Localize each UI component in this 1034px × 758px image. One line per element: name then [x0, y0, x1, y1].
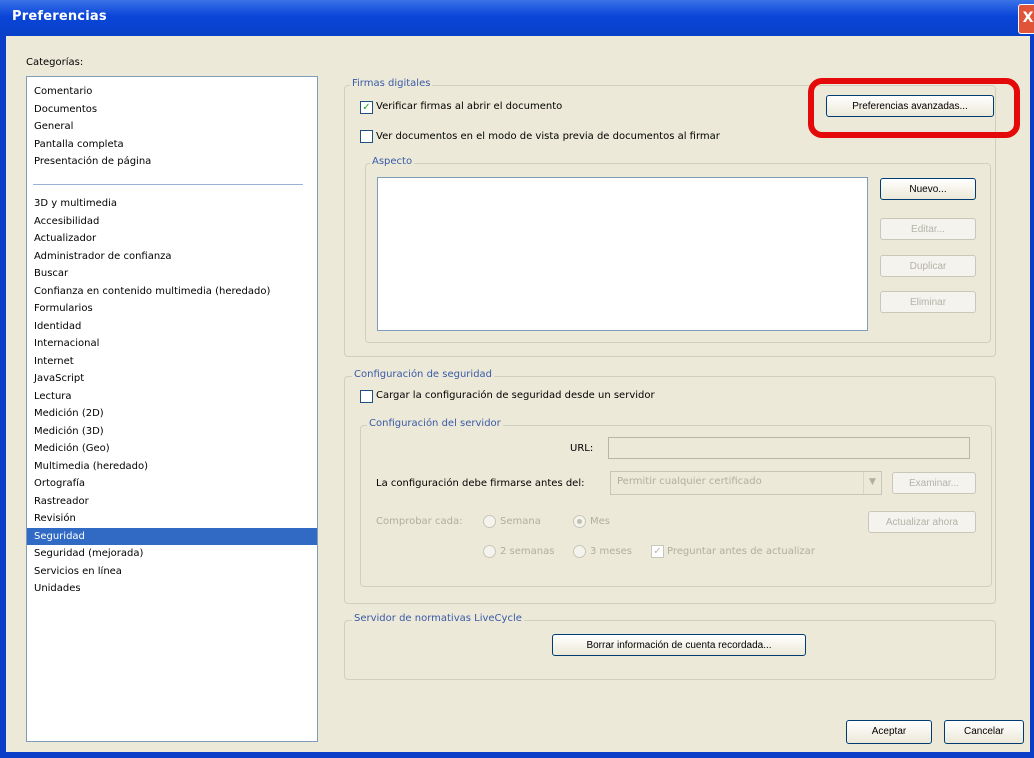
actualizar-ahora-button[interactable]: Actualizar ahora [868, 511, 976, 533]
categories-label: Categorías: [26, 57, 84, 68]
firmar-antes-value: Permitir cualquier certificado [617, 476, 762, 487]
category-item[interactable]: Rastreador [34, 493, 89, 510]
comprobar-cada-label: Comprobar cada: [376, 516, 463, 527]
category-item[interactable]: 3D y multimedia [34, 195, 117, 212]
category-item[interactable]: Confianza en contenido multimedia (hered… [34, 283, 270, 300]
preguntar-label[interactable]: Preguntar antes de actualizar [667, 546, 815, 557]
preferences-window: Preferencias X Categorías: Comentario Doc… [0, 0, 1034, 758]
dos-semanas-radio[interactable] [483, 545, 496, 558]
servidor-group-title: Configuración del servidor [367, 418, 503, 429]
category-item[interactable]: Seguridad (mejorada) [34, 545, 143, 562]
title-bar[interactable]: Preferencias X [0, 0, 1034, 36]
tres-meses-radio[interactable] [573, 545, 586, 558]
url-input[interactable] [608, 437, 970, 459]
ver-vista-previa-checkbox[interactable] [360, 130, 373, 143]
category-item[interactable]: Internet [34, 353, 74, 370]
category-item[interactable]: Buscar [34, 265, 68, 282]
category-item[interactable]: Identidad [34, 318, 81, 335]
mes-label[interactable]: Mes [590, 516, 610, 527]
mes-radio[interactable] [573, 515, 586, 528]
tres-meses-label[interactable]: 3 meses [590, 546, 632, 557]
category-item[interactable]: General [34, 118, 73, 135]
category-item[interactable]: Pantalla completa [34, 136, 124, 153]
cargar-label[interactable]: Cargar la configuración de seguridad des… [376, 390, 655, 401]
ver-vista-previa-label[interactable]: Ver documentos en el modo de vista previ… [376, 131, 720, 142]
category-item[interactable]: Comentario [34, 83, 92, 100]
preguntar-checkbox[interactable]: ✓ [651, 545, 664, 558]
url-label: URL: [570, 443, 594, 454]
category-item[interactable]: Multimedia (heredado) [34, 458, 148, 475]
category-item[interactable]: Formularios [34, 300, 93, 317]
category-item-selected[interactable]: Seguridad [27, 527, 317, 545]
verificar-label[interactable]: Verificar firmas al abrir el documento [376, 101, 562, 112]
category-item[interactable]: Unidades [34, 580, 81, 597]
editar-button[interactable]: Editar... [880, 218, 976, 240]
category-item[interactable]: Ortografía [34, 475, 85, 492]
category-item[interactable]: Revisión [34, 510, 76, 527]
semana-label[interactable]: Semana [500, 516, 541, 527]
semana-radio[interactable] [483, 515, 496, 528]
category-item[interactable]: Medición (Geo) [34, 440, 110, 457]
category-item[interactable]: Presentación de página [34, 153, 151, 170]
window-title: Preferencias [12, 9, 107, 24]
category-item[interactable]: Lectura [34, 388, 72, 405]
nuevo-button[interactable]: Nuevo... [880, 178, 976, 200]
category-item[interactable]: Actualizador [34, 230, 96, 247]
highlight-box [808, 78, 1020, 138]
close-icon[interactable]: X [1018, 4, 1034, 34]
categories-separator [33, 184, 303, 185]
category-item[interactable]: Medición (2D) [34, 405, 104, 422]
firmas-group-title: Firmas digitales [350, 78, 433, 89]
aspecto-group-title: Aspecto [370, 156, 415, 167]
category-item[interactable]: JavaScript [34, 370, 84, 387]
category-item[interactable]: Documentos [34, 101, 97, 118]
chevron-down-icon: ▼ [863, 472, 881, 494]
cargar-checkbox[interactable] [360, 390, 373, 403]
category-item[interactable]: Servicios en línea [34, 563, 122, 580]
category-item[interactable]: Medición (3D) [34, 423, 104, 440]
seguridad-group-title: Configuración de seguridad [352, 369, 495, 380]
aceptar-button[interactable]: Aceptar [846, 720, 932, 744]
category-item[interactable]: Internacional [34, 335, 99, 352]
firmar-antes-select[interactable]: Permitir cualquier certificado ▼ [610, 471, 882, 495]
examinar-button[interactable]: Examinar... [892, 472, 976, 494]
eliminar-button[interactable]: Eliminar [880, 291, 976, 313]
cancelar-button[interactable]: Cancelar [944, 720, 1024, 744]
category-item[interactable]: Administrador de confianza [34, 248, 172, 265]
verificar-checkbox[interactable]: ✓ [360, 101, 373, 114]
duplicar-button[interactable]: Duplicar [880, 255, 976, 277]
livecycle-group-title: Servidor de normativas LiveCycle [352, 613, 524, 624]
categories-list[interactable]: Comentario Documentos General Pantalla comp… [26, 76, 318, 742]
firmar-antes-label: La configuración debe firmarse antes del… [376, 478, 585, 489]
aspecto-list[interactable] [377, 177, 868, 331]
dos-semanas-label[interactable]: 2 semanas [500, 546, 554, 557]
borrar-cuenta-button[interactable]: Borrar información de cuenta recordada..… [552, 634, 806, 656]
category-item[interactable]: Accesibilidad [34, 213, 99, 230]
